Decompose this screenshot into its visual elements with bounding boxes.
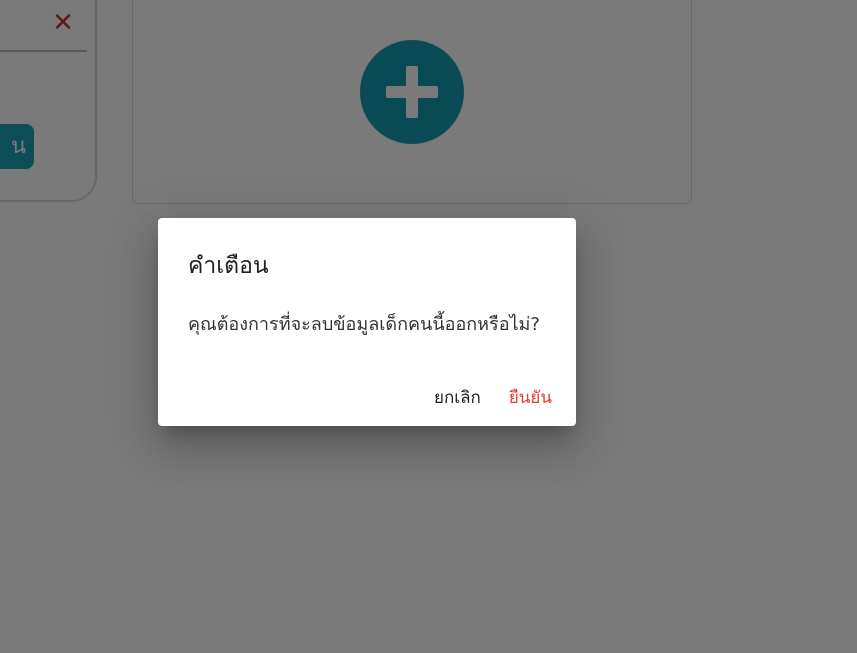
- dialog-message: คุณต้องการที่จะลบข้อมูลเด็กคนนี้ออกหรือไ…: [188, 314, 540, 335]
- dialog-title: คำเตือน: [188, 253, 269, 279]
- cancel-button[interactable]: ยกเลิก: [424, 382, 491, 414]
- confirm-button[interactable]: ยืนยัน: [499, 382, 562, 414]
- dialog-actions: ยกเลิก ยืนยัน: [424, 382, 562, 414]
- confirm-delete-dialog: คำเตือน คุณต้องการที่จะลบข้อมูลเด็กคนนี้…: [158, 218, 576, 426]
- page: ✕ น คำเตือน คุณต้องการที่จะลบข้อมูลเด็กค…: [0, 0, 857, 653]
